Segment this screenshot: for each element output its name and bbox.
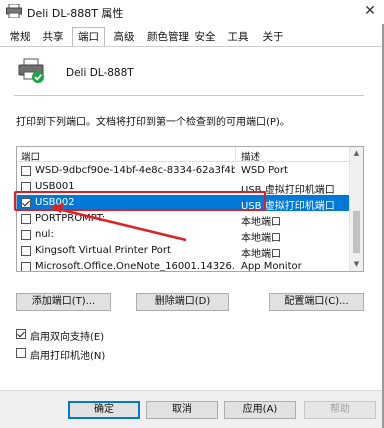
port-checkbox[interactable] bbox=[21, 214, 31, 224]
scroll-down-icon[interactable]: ▼ bbox=[350, 258, 363, 271]
printer-app-icon bbox=[6, 4, 22, 18]
pooling-label[interactable]: 启用打印机池(N) bbox=[30, 347, 105, 362]
tab-about[interactable]: 关于 bbox=[260, 28, 286, 46]
port-checkbox[interactable] bbox=[21, 246, 31, 256]
port-checkbox[interactable] bbox=[21, 262, 31, 271]
port-name: PORTPROMPT: bbox=[35, 213, 106, 224]
cancel-button[interactable]: 取消 bbox=[146, 401, 218, 419]
pooling-checkbox[interactable] bbox=[16, 348, 26, 358]
bidirectional-label[interactable]: 启用双向支持(E) bbox=[30, 328, 104, 343]
tab-divider bbox=[0, 46, 384, 47]
port-row[interactable]: WSD-9dbcf90e-14bf-4e8c-8334-62a3f4b5... … bbox=[17, 163, 349, 179]
add-port-button[interactable]: 添加端口(T)... bbox=[16, 293, 111, 311]
configure-port-button[interactable]: 配置端口(C)... bbox=[269, 293, 364, 311]
ok-button[interactable]: 确定 bbox=[68, 401, 140, 419]
delete-port-button[interactable]: 删除端口(D) bbox=[136, 293, 229, 311]
port-name: Microsoft.Office.OneNote_16001.14326.20.… bbox=[35, 261, 235, 272]
port-description: 本地端口 bbox=[241, 249, 281, 260]
port-row[interactable]: Microsoft.Office.OneNote_16001.14326.20.… bbox=[17, 259, 349, 272]
port-checkbox[interactable] bbox=[21, 166, 31, 176]
tab-security[interactable]: 安全 bbox=[192, 28, 218, 46]
printer-icon bbox=[18, 58, 44, 83]
printer-name: Deli DL-888T bbox=[66, 67, 134, 79]
bidirectional-checkbox[interactable] bbox=[16, 329, 26, 339]
scroll-up-icon[interactable]: ▲ bbox=[350, 147, 363, 160]
port-name: WSD-9dbcf90e-14bf-4e8c-8334-62a3f4b5... bbox=[35, 165, 235, 176]
ports-description: 打印到下列端口。文档将打印到第一个检查到的可用端口(P)。 bbox=[16, 117, 290, 128]
tab-advanced[interactable]: 高级 bbox=[111, 28, 137, 46]
window-title: Deli DL-888T 属性 bbox=[27, 7, 124, 20]
port-description: 本地端口 bbox=[241, 233, 281, 244]
port-description: App Monitor bbox=[241, 261, 302, 272]
column-header-port[interactable]: 端口 bbox=[21, 149, 40, 163]
annotation-highlight-box bbox=[14, 191, 266, 211]
port-description: 本地端口 bbox=[241, 217, 281, 228]
header-separator bbox=[14, 95, 364, 96]
port-list-header: 端口 描述 bbox=[17, 147, 363, 163]
port-name: nul: bbox=[35, 229, 54, 240]
tab-tools[interactable]: 工具 bbox=[225, 28, 251, 46]
port-checkbox[interactable] bbox=[21, 230, 31, 240]
port-name: Kingsoft Virtual Printer Port bbox=[35, 245, 171, 256]
tab-strip: 常规 共享 端口 高级 颜色管理 安全 工具 关于 bbox=[0, 27, 384, 47]
tab-general[interactable]: 常规 bbox=[7, 28, 33, 46]
tab-color-management[interactable]: 颜色管理 bbox=[145, 28, 191, 46]
column-divider[interactable] bbox=[235, 147, 236, 162]
port-row[interactable]: PORTPROMPT: 本地端口 bbox=[17, 211, 349, 228]
title-bar: Deli DL-888T 属性 ✕ bbox=[0, 0, 384, 24]
tab-ports[interactable]: 端口 bbox=[72, 27, 105, 47]
close-icon[interactable]: ✕ bbox=[356, 0, 384, 24]
column-header-description[interactable]: 描述 bbox=[241, 149, 260, 163]
help-button[interactable]: 帮助 bbox=[304, 401, 376, 419]
port-description: WSD Port bbox=[241, 165, 288, 176]
tab-sharing[interactable]: 共享 bbox=[40, 28, 66, 46]
apply-button[interactable]: 应用(A) bbox=[224, 401, 296, 419]
port-list-scrollbar[interactable]: ▲ ▼ bbox=[349, 147, 363, 271]
port-row[interactable]: Kingsoft Virtual Printer Port 本地端口 bbox=[17, 243, 349, 260]
port-row[interactable]: nul: 本地端口 bbox=[17, 227, 349, 244]
scroll-thumb[interactable] bbox=[353, 211, 360, 253]
